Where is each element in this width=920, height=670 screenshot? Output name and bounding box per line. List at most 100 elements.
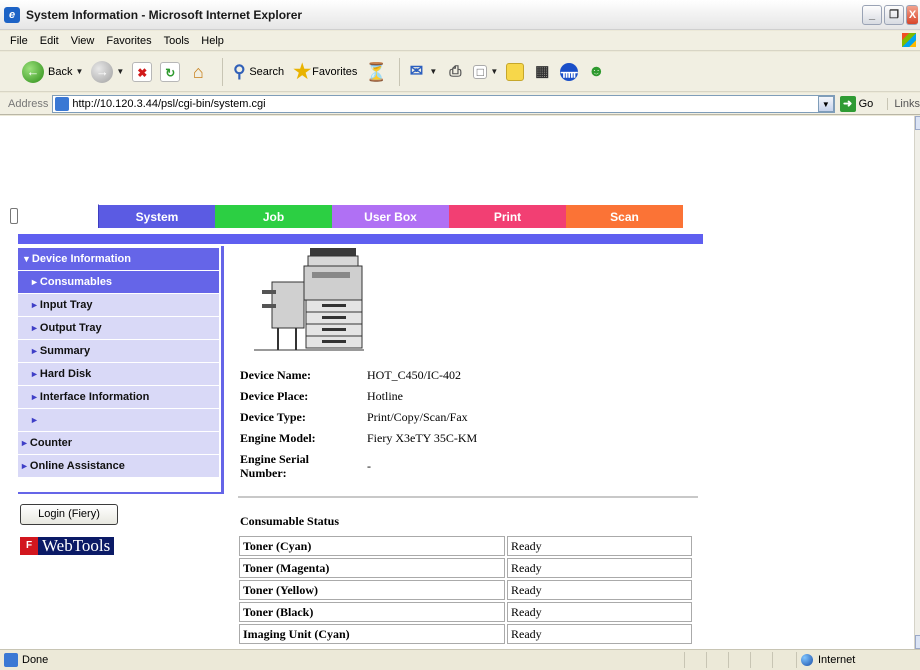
back-button[interactable]: ← Back ▼ (22, 60, 83, 83)
printer-icon: ⎙ (449, 62, 462, 80)
maximize-button[interactable]: ❐ (884, 5, 904, 25)
nav-label: Hard Disk (39, 368, 92, 380)
nav-label: Counter (29, 437, 73, 449)
consumable-name: Toner (Magenta) (239, 558, 505, 578)
menu-bar: File Edit View Favorites Tools Help (0, 31, 920, 51)
table-row: Imaging Unit (Cyan) Ready (239, 624, 692, 644)
nav-device-information[interactable]: ▼ Device Information (18, 248, 219, 271)
stop-button[interactable]: ✖ (132, 61, 153, 82)
close-button[interactable]: X (906, 5, 918, 25)
menu-favorites[interactable]: Favorites (106, 35, 151, 47)
triangle-right-icon: ► (30, 415, 39, 425)
history-icon: ⏳ (365, 61, 388, 82)
scroll-down-button[interactable] (915, 635, 920, 649)
consumable-status: Ready (507, 536, 692, 556)
mail-button[interactable]: ✉ ▼ (406, 62, 438, 82)
forward-button[interactable]: → ▼ (91, 60, 124, 83)
bluetooth-button[interactable]: ᚅ (560, 62, 579, 81)
chevron-down-icon[interactable]: ▼ (490, 67, 498, 76)
device-name-label: Device Name: (240, 368, 311, 382)
status-cells (684, 652, 794, 668)
address-label: Address (8, 97, 49, 110)
chevron-down-icon[interactable]: ▼ (116, 67, 124, 76)
menu-file[interactable]: File (10, 35, 28, 47)
favorites-button[interactable]: ★ Favorites (292, 62, 357, 82)
triangle-right-icon: ► (30, 392, 39, 402)
menu-view[interactable]: View (71, 35, 95, 47)
research-icon: ▦ (535, 62, 550, 80)
nav-output-tray[interactable]: ► Output Tray (18, 317, 219, 340)
nav-input-tray[interactable]: ► Input Tray (18, 294, 219, 317)
consumable-status: Ready (507, 558, 692, 578)
nav-summary[interactable]: ► Summary (18, 340, 219, 363)
address-input[interactable]: http://10.120.3.44/psl/cgi-bin/system.cg… (52, 94, 835, 113)
triangle-right-icon: ► (20, 438, 29, 448)
home-button[interactable]: ⌂ (188, 62, 208, 82)
vertical-scrollbar[interactable] (914, 116, 920, 649)
forward-arrow-icon: → (91, 60, 114, 83)
consumable-status-title: Consumable Status (240, 514, 340, 528)
tab-system[interactable]: System (98, 204, 215, 228)
page-icon (55, 96, 70, 111)
device-type-label: Device Type: (240, 410, 306, 424)
toolbar: ← Back ▼ → ▼ ✖ ↻ ⌂ ⚲ Search ★ Favorites … (0, 52, 920, 92)
search-icon: ⚲ (233, 61, 246, 81)
chevron-down-icon[interactable]: ▼ (429, 67, 437, 76)
table-row: Toner (Cyan) Ready (239, 536, 692, 556)
nav-label: Input Tray (39, 299, 93, 311)
menu-tools[interactable]: Tools (164, 35, 190, 47)
nav-online-assistance[interactable]: ► Online Assistance (18, 455, 219, 478)
status-cell (706, 652, 728, 668)
nav-hard-disk[interactable]: ► Hard Disk (18, 363, 219, 386)
nav-consumables[interactable]: ► Consumables (18, 271, 219, 294)
chevron-down-icon[interactable]: ▼ (75, 67, 83, 76)
status-text: Done (22, 654, 49, 666)
nav-interface-information[interactable]: ► Interface Information (18, 386, 219, 409)
webtools-logo[interactable]: F WebTools (20, 537, 115, 555)
nav-label: Interface Information (39, 391, 150, 403)
triangle-right-icon: ► (30, 300, 39, 310)
consumable-status: Ready (507, 602, 692, 622)
search-label: Search (249, 65, 285, 78)
search-button[interactable]: ⚲ Search (229, 62, 284, 82)
nav-counter[interactable]: ► Counter (18, 432, 219, 455)
consumable-name: Toner (Yellow) (239, 580, 505, 600)
nav-blank-item[interactable]: ► (18, 409, 219, 432)
links-button[interactable]: Links (887, 97, 920, 110)
minimize-button[interactable]: _ (862, 5, 882, 25)
scroll-up-button[interactable] (915, 116, 920, 130)
triangle-right-icon: ► (30, 369, 39, 379)
security-zone: Internet (796, 652, 920, 668)
consumable-name: Imaging Unit (Cyan) (239, 624, 505, 644)
history-button[interactable]: ⏳ (365, 61, 388, 82)
tab-scan[interactable]: Scan (566, 204, 683, 228)
device-info: Device Name: HOT_C450/IC-402 Device Plac… (240, 368, 477, 486)
ie-icon: e (4, 6, 20, 23)
status-cell (750, 652, 772, 668)
status-cell (728, 652, 750, 668)
browser-window: e System Information - Microsoft Interne… (0, 0, 920, 670)
tab-print[interactable]: Print (449, 204, 566, 228)
address-bar: Address http://10.120.3.44/psl/cgi-bin/s… (0, 93, 920, 115)
address-dropdown-icon[interactable]: ▼ (817, 95, 834, 112)
device-name-row: Device Name: HOT_C450/IC-402 (240, 368, 477, 383)
triangle-right-icon: ► (30, 277, 39, 287)
tab-user-box[interactable]: User Box (332, 204, 449, 228)
printer-image (254, 248, 364, 351)
discuss-button[interactable] (506, 62, 525, 81)
go-button[interactable]: ➜ Go (839, 95, 873, 112)
messenger-button[interactable]: ☻ (586, 62, 606, 82)
menu-edit[interactable]: Edit (40, 35, 59, 47)
device-place-row: Device Place: Hotline (240, 389, 477, 404)
title-bar: e System Information - Microsoft Interne… (0, 0, 920, 30)
webtools-text: WebTools (38, 537, 115, 555)
print-button[interactable]: ⎙ (445, 62, 465, 82)
research-button[interactable]: ▦ (532, 62, 552, 82)
edit-button[interactable]: □ ▼ (473, 64, 498, 79)
consumable-status: Ready (507, 580, 692, 600)
window-controls: _ ❐ X (862, 5, 918, 25)
tab-job[interactable]: Job (215, 204, 332, 228)
refresh-button[interactable]: ↻ (160, 61, 181, 82)
menu-help[interactable]: Help (201, 35, 224, 47)
login-fiery-button[interactable]: Login (Fiery) (20, 504, 118, 525)
